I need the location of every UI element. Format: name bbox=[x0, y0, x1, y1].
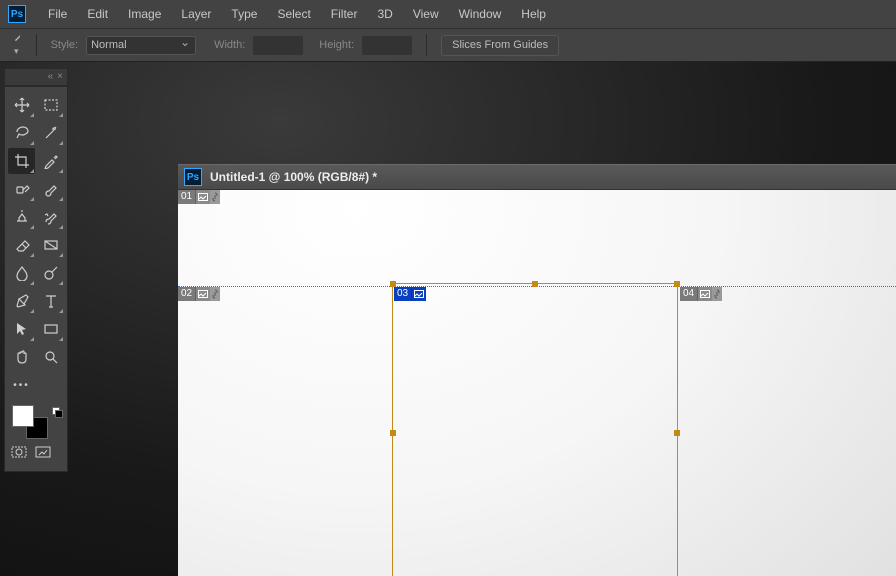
menu-select[interactable]: Select bbox=[267, 7, 320, 21]
resize-handle[interactable] bbox=[674, 281, 680, 287]
color-swatches[interactable] bbox=[8, 405, 64, 439]
tools-panel-wrap: « × bbox=[4, 68, 68, 472]
document-icon: Ps bbox=[184, 168, 202, 186]
menu-help[interactable]: Help bbox=[511, 7, 556, 21]
height-input[interactable] bbox=[362, 36, 412, 55]
menu-view[interactable]: View bbox=[403, 7, 449, 21]
document-titlebar[interactable]: Ps Untitled-1 @ 100% (RGB/8#) * bbox=[178, 164, 896, 190]
slice-link-icon bbox=[210, 190, 220, 204]
app-logo: Ps bbox=[8, 5, 26, 23]
style-select-wrap[interactable] bbox=[86, 36, 196, 55]
screen-mode-icon[interactable] bbox=[35, 445, 51, 463]
resize-handle[interactable] bbox=[532, 281, 538, 287]
lasso-tool[interactable] bbox=[8, 120, 35, 146]
document-window: Ps Untitled-1 @ 100% (RGB/8#) * 01 02 04 bbox=[178, 164, 896, 576]
width-label: Width: bbox=[214, 39, 245, 51]
style-select[interactable] bbox=[86, 36, 196, 55]
menu-filter[interactable]: Filter bbox=[321, 7, 368, 21]
dodge-tool[interactable] bbox=[37, 260, 64, 286]
slice-badge-01[interactable]: 01 bbox=[178, 190, 220, 204]
menu-type[interactable]: Type bbox=[221, 7, 267, 21]
slices-from-guides-button[interactable]: Slices From Guides bbox=[441, 35, 559, 56]
divider bbox=[36, 34, 37, 56]
brush-tool[interactable] bbox=[37, 176, 64, 202]
resize-handle[interactable] bbox=[674, 430, 680, 436]
menu-image[interactable]: Image bbox=[118, 7, 171, 21]
canvas[interactable]: 01 02 04 bbox=[178, 190, 896, 576]
slice-number: 02 bbox=[178, 287, 196, 301]
slice-type-icon bbox=[196, 190, 210, 204]
more-tools[interactable]: ••• bbox=[8, 372, 35, 398]
spot-healing-tool[interactable] bbox=[8, 176, 35, 202]
tools-panel-header: « × bbox=[4, 68, 68, 86]
quick-mask-icon[interactable] bbox=[11, 445, 27, 463]
slice-type-icon bbox=[196, 287, 210, 301]
clone-stamp-tool[interactable] bbox=[8, 204, 35, 230]
slice-badge-02[interactable]: 02 bbox=[178, 287, 220, 301]
menu-bar: Ps File Edit Image Layer Type Select Fil… bbox=[0, 0, 896, 28]
panel-close-icon[interactable]: × bbox=[57, 72, 63, 82]
menu-window[interactable]: Window bbox=[449, 7, 512, 21]
document-title: Untitled-1 @ 100% (RGB/8#) * bbox=[210, 170, 377, 184]
options-bar: ▾ Style: Width: Height: Slices From Guid… bbox=[0, 28, 896, 62]
default-colors-icon[interactable] bbox=[52, 407, 62, 417]
height-label: Height: bbox=[319, 39, 354, 51]
eraser-tool[interactable] bbox=[8, 232, 35, 258]
menu-edit[interactable]: Edit bbox=[77, 7, 118, 21]
slice-type-icon bbox=[412, 287, 426, 301]
slice-selection-rect[interactable] bbox=[392, 283, 678, 576]
type-tool[interactable] bbox=[37, 288, 64, 314]
slice-link-icon bbox=[712, 287, 722, 301]
tools-panel: ••• bbox=[4, 86, 68, 472]
slice-number: 04 bbox=[680, 287, 698, 301]
move-tool[interactable] bbox=[8, 92, 35, 118]
style-label: Style: bbox=[51, 39, 79, 51]
menu-file[interactable]: File bbox=[38, 7, 77, 21]
slice-type-icon bbox=[698, 287, 712, 301]
eyedropper-tool[interactable] bbox=[37, 148, 64, 174]
foreground-color-swatch[interactable] bbox=[12, 405, 34, 427]
gradient-tool[interactable] bbox=[37, 232, 64, 258]
history-brush-tool[interactable] bbox=[37, 204, 64, 230]
blur-tool[interactable] bbox=[8, 260, 35, 286]
slice-tool-icon[interactable]: ▾ bbox=[14, 33, 22, 57]
resize-handle[interactable] bbox=[390, 430, 396, 436]
empty-cell bbox=[37, 372, 64, 398]
menu-layer[interactable]: Layer bbox=[171, 7, 221, 21]
pen-tool[interactable] bbox=[8, 288, 35, 314]
divider bbox=[426, 34, 427, 56]
rectangle-shape-tool[interactable] bbox=[37, 316, 64, 342]
slice-badge-03[interactable]: 03 bbox=[394, 287, 426, 301]
slice-link-icon bbox=[210, 287, 220, 301]
hand-tool[interactable] bbox=[8, 344, 35, 370]
slice-number: 01 bbox=[178, 190, 196, 204]
width-input[interactable] bbox=[253, 36, 303, 55]
crop-tool[interactable] bbox=[8, 148, 35, 174]
magic-wand-tool[interactable] bbox=[37, 120, 64, 146]
panel-collapse-icon[interactable]: « bbox=[48, 72, 54, 82]
rectangular-marquee-tool[interactable] bbox=[37, 92, 64, 118]
path-selection-tool[interactable] bbox=[8, 316, 35, 342]
zoom-tool[interactable] bbox=[37, 344, 64, 370]
menu-3d[interactable]: 3D bbox=[367, 7, 402, 21]
slice-number: 03 bbox=[394, 287, 412, 301]
app-logo-text: Ps bbox=[11, 9, 23, 20]
slice-badge-04[interactable]: 04 bbox=[680, 287, 722, 301]
